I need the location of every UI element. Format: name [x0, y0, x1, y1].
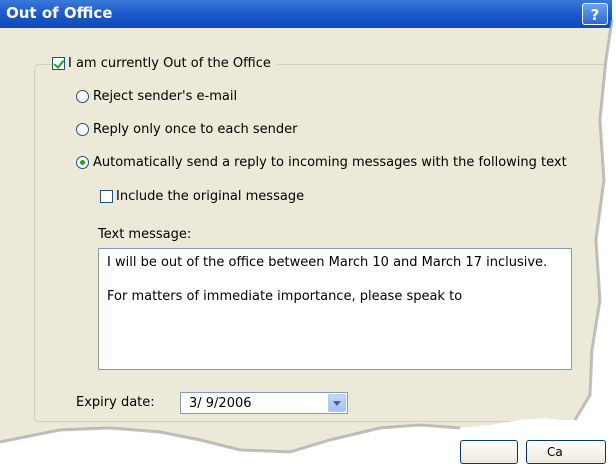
text-message-label: Text message:: [98, 227, 192, 242]
title-bar[interactable]: Out of Office ?: [0, 0, 612, 28]
out-of-office-dialog: Out of Office ? I am currently Out of th…: [0, 0, 612, 452]
reject-sender-label: Reject sender's e-mail: [93, 89, 238, 104]
radio-icon[interactable]: [76, 123, 89, 136]
checkbox-icon[interactable]: [100, 190, 113, 203]
reply-once-radio[interactable]: Reply only once to each sender: [76, 122, 298, 137]
radio-selected-icon[interactable]: [76, 156, 89, 169]
include-original-checkbox[interactable]: Include the original message: [100, 189, 304, 204]
auto-reply-label: Automatically send a reply to incoming m…: [93, 155, 567, 170]
window-title: Out of Office: [6, 4, 113, 22]
ok-button[interactable]: [460, 440, 518, 464]
checkbox-checked-icon[interactable]: [52, 57, 65, 70]
auto-reply-radio[interactable]: Automatically send a reply to incoming m…: [76, 155, 567, 170]
text-message-line: For matters of immediate importance, ple…: [107, 289, 463, 304]
out-of-office-checkbox[interactable]: I am currently Out of the Office: [52, 56, 277, 71]
expiry-date-picker[interactable]: 3/ 9/2006: [180, 392, 348, 414]
include-original-label: Include the original message: [116, 189, 305, 204]
reply-once-label: Reply only once to each sender: [93, 122, 298, 137]
text-message-line: I will be out of the office between Marc…: [107, 255, 548, 270]
expiry-date-value: 3/ 9/2006: [189, 396, 252, 411]
dropdown-button[interactable]: [328, 394, 346, 412]
out-of-office-label: I am currently Out of the Office: [68, 56, 271, 71]
cancel-button[interactable]: Ca: [526, 440, 606, 464]
help-button[interactable]: ?: [582, 3, 608, 25]
chevron-down-icon: [333, 400, 341, 406]
text-message-textarea[interactable]: I will be out of the office between Marc…: [98, 248, 572, 370]
reject-sender-radio[interactable]: Reject sender's e-mail: [76, 89, 237, 104]
radio-icon[interactable]: [76, 90, 89, 103]
expiry-date-label: Expiry date:: [76, 395, 155, 410]
